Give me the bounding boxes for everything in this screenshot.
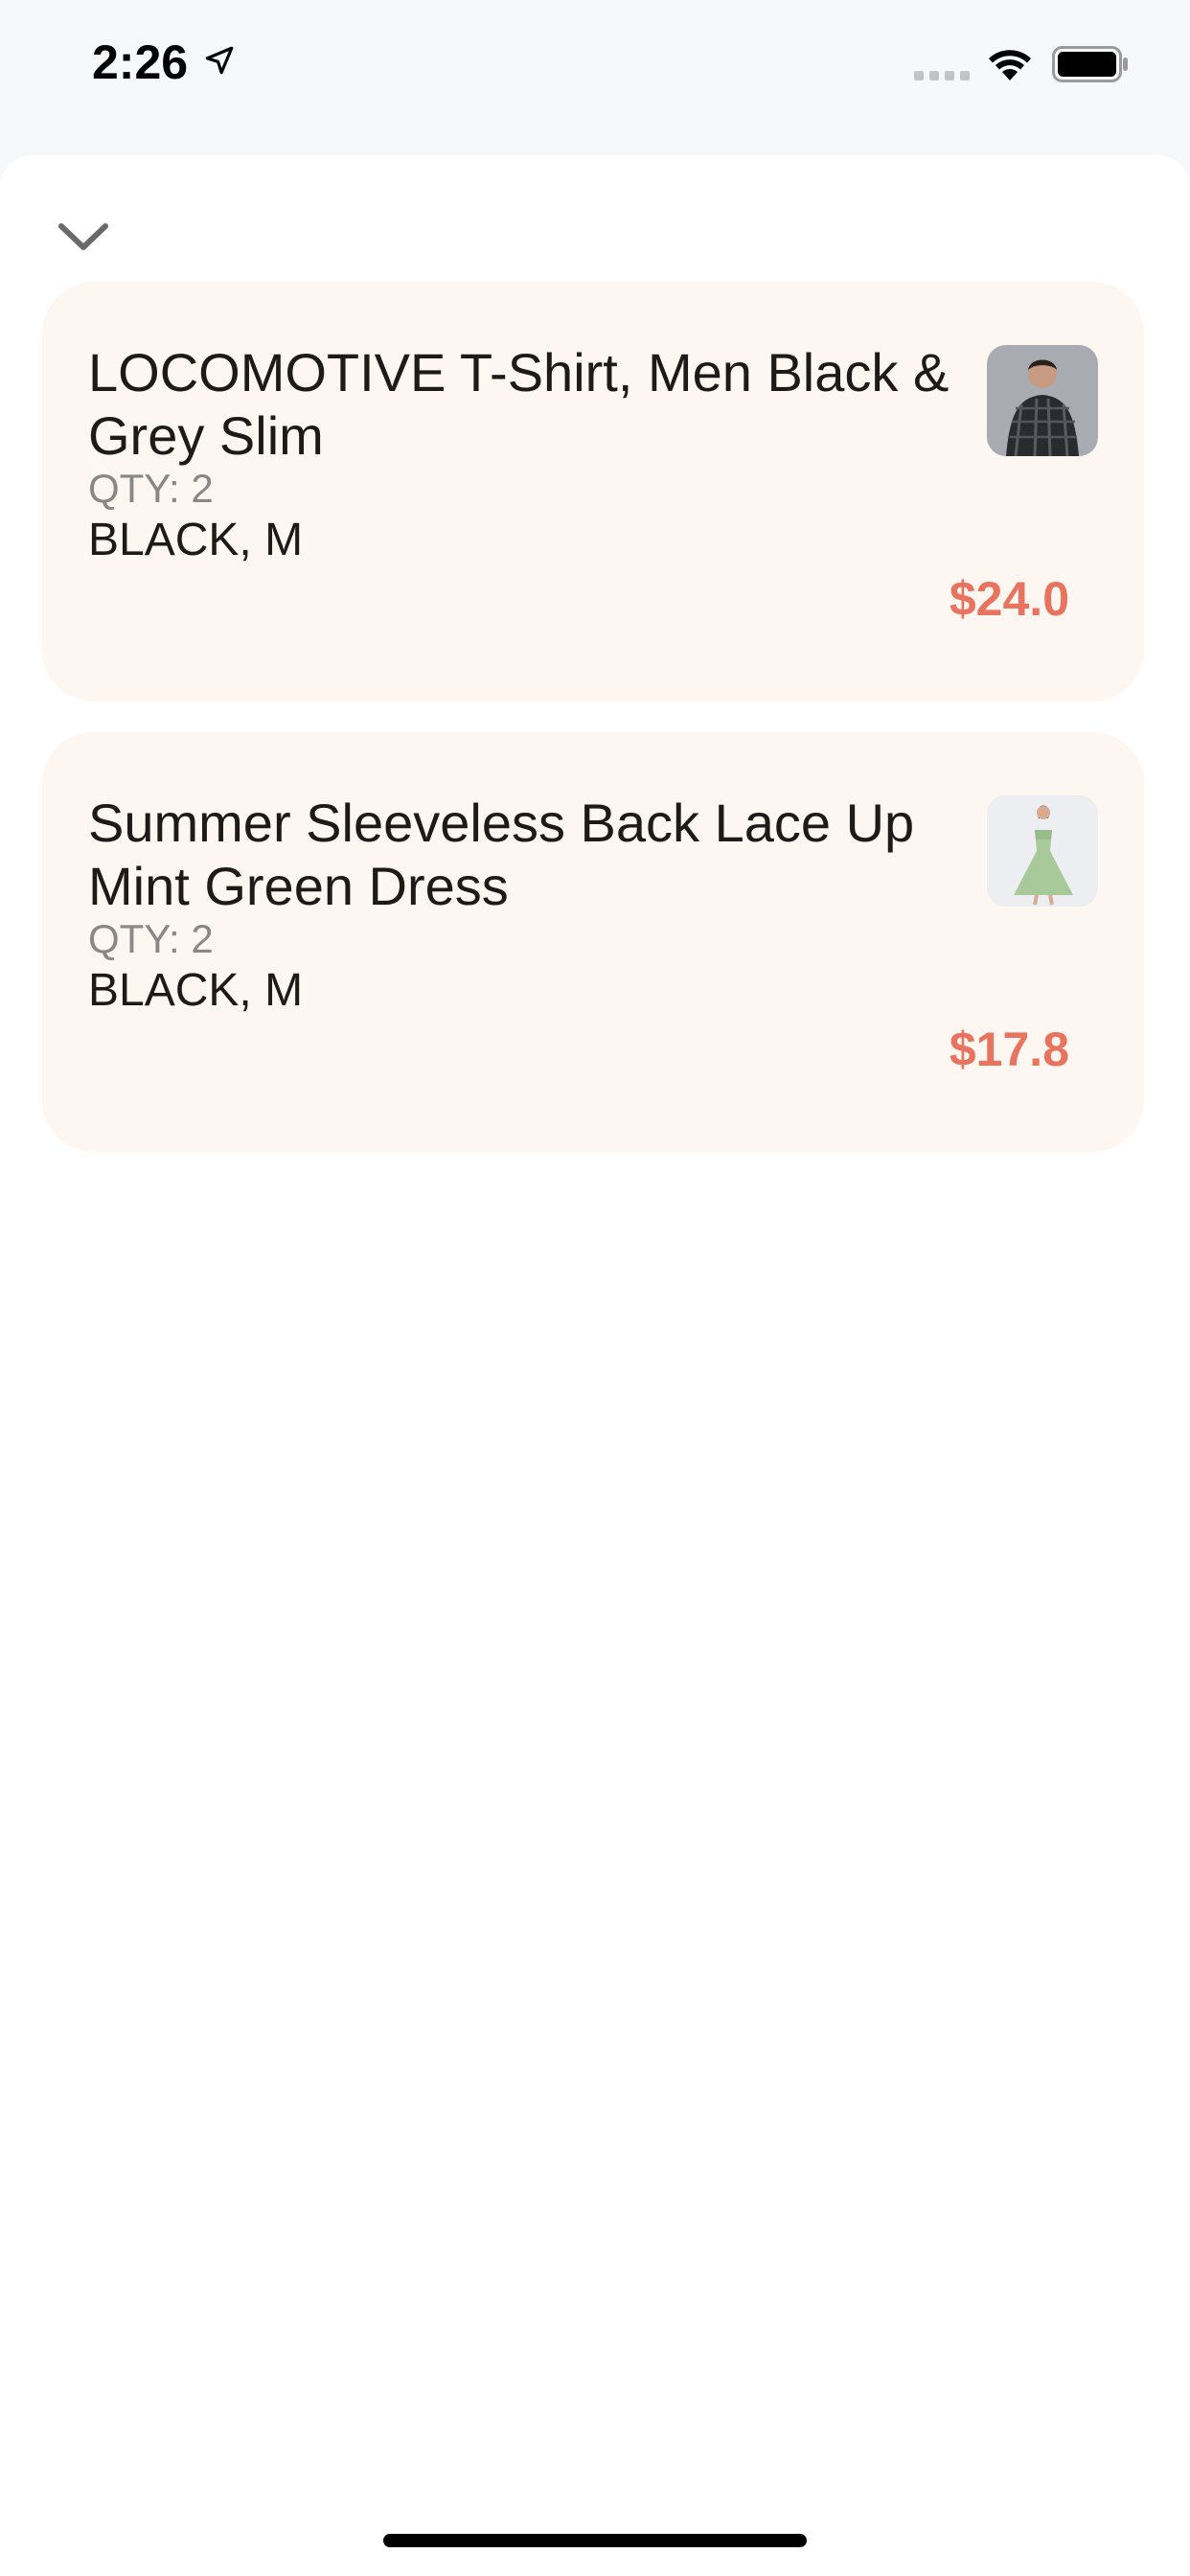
variant-label: BLACK, M <box>88 515 304 565</box>
battery-icon <box>1052 46 1128 82</box>
product-image <box>987 345 1098 456</box>
home-indicator[interactable] <box>383 2534 807 2547</box>
status-time: 2:26 <box>92 35 189 89</box>
quantity-label: QTY: 2 <box>88 916 214 961</box>
signal-icon <box>914 71 970 80</box>
cart-item-card[interactable]: LOCOMOTIVE T-Shirt, Men Black & Grey Sli… <box>42 282 1144 702</box>
product-image <box>987 795 1098 907</box>
price-label: $17.8 <box>949 1023 1069 1076</box>
quantity-label: QTY: 2 <box>88 466 214 511</box>
location-arrow-icon <box>205 46 234 75</box>
product-title: Summer Sleeveless Back Lace Up Mint Gree… <box>88 793 915 916</box>
price-label: $24.0 <box>949 572 1069 626</box>
status-bar: 2:26 <box>0 0 1190 134</box>
cart-item-card[interactable]: Summer Sleeveless Back Lace Up Mint Gree… <box>42 732 1144 1152</box>
variant-label: BLACK, M <box>88 965 304 1016</box>
wifi-icon <box>989 50 1031 80</box>
product-title: LOCOMOTIVE T-Shirt, Men Black & Grey Sli… <box>88 342 950 466</box>
chevron-down-icon[interactable] <box>57 218 109 257</box>
